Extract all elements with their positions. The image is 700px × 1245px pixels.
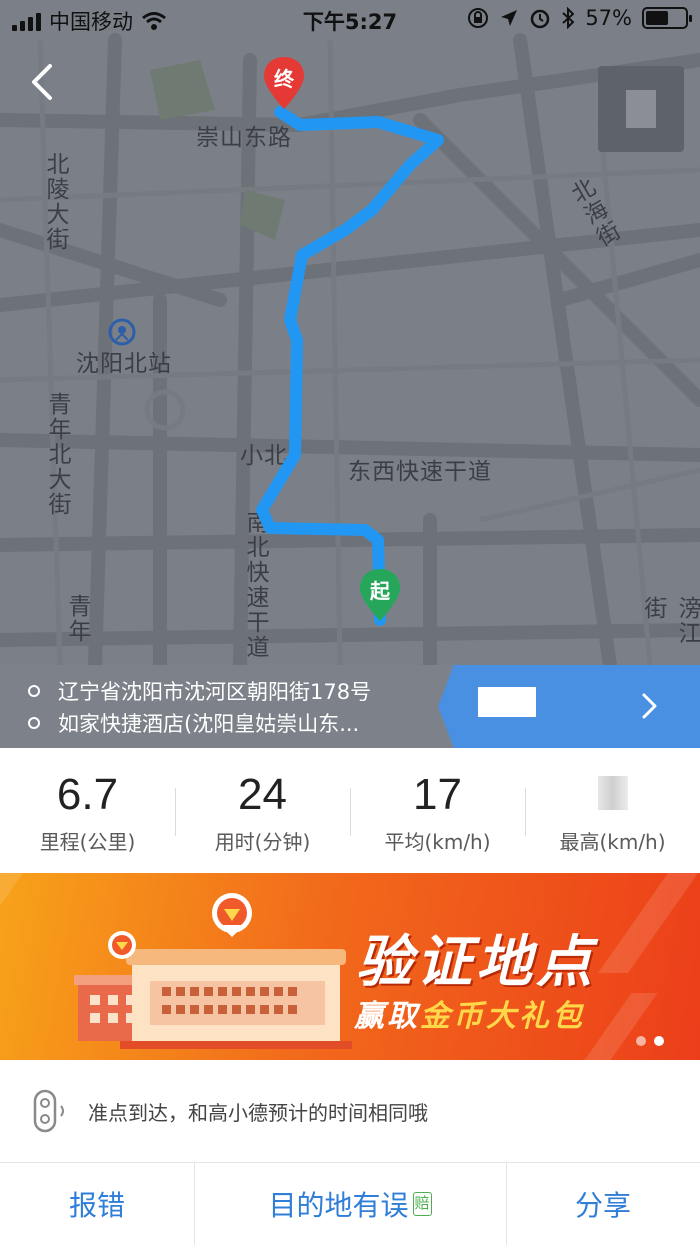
status-bar: 中国移动 下午5:27 57% [0,0,700,40]
pager-dot[interactable] [636,1036,646,1046]
chevron-right-icon [642,693,657,719]
stat-max-speed: 最高(km/h) [525,748,700,873]
stat-distance: 6.7 里程(公里) [0,748,175,873]
report-error-label: 报错 [68,1189,125,1222]
building-illustration [74,893,352,1049]
battery-percent: 57% [585,6,632,30]
share-label: 分享 [574,1189,631,1222]
blurred-value [597,776,628,810]
route-map[interactable]: 崇山东路 北陵大街 北海街 沈阳北站 青年北大街 小北 东西快速干道 南北快速干… [0,0,700,665]
stat-duration: 24 用时(分钟) [175,748,350,873]
start-marker[interactable]: 起 [356,567,404,623]
banner-subtitle-highlight: 金币大礼包 [420,999,585,1034]
speaker-icon [33,1089,64,1133]
stat-max-label: 最高(km/h) [559,830,666,854]
origin-dot-icon [28,685,40,697]
stat-distance-label: 里程(公里) [39,830,136,854]
banner-pager[interactable] [636,1036,664,1046]
origin-address: 辽宁省沈阳市沈河区朝阳街178号 [58,680,372,704]
route-line [256,106,444,626]
end-marker-label: 终 [274,67,294,91]
back-button[interactable] [22,60,66,104]
compensation-badge: 赔 [412,1192,432,1216]
bottom-action-bar: 报错 目的地有误 赔 分享 [0,1163,700,1245]
chevron-left-icon [32,64,52,100]
stat-average-value: 17 [413,770,462,819]
bluetooth-icon [562,7,575,29]
destination-address-row: 如家快捷酒店(沈阳皇姑崇山东... [28,707,371,739]
stat-average-speed: 17 平均(km/h) [350,748,525,873]
destination-error-button[interactable]: 目的地有误 赔 [194,1163,506,1245]
promo-banner[interactable]: 验证地点 赢取金币大礼包 [0,873,700,1060]
destination-address: 如家快捷酒店(沈阳皇姑崇山东... [58,712,360,736]
stat-duration-label: 用时(分钟) [214,830,311,854]
rotation-lock-icon [468,8,489,28]
address-detail-button[interactable] [438,665,700,748]
origin-address-row: 辽宁省沈阳市沈河区朝阳街178号 [28,675,371,707]
voice-tip[interactable]: 准点到达，和高小德预计的时间相同哦 [0,1060,700,1163]
banner-title: 验证地点 [356,930,596,995]
pager-dot-active[interactable] [654,1036,664,1046]
end-marker[interactable]: 终 [260,55,308,111]
battery-icon [642,7,692,29]
banner-subtitle: 赢取金币大礼包 [354,991,585,1035]
destination-error-label: 目的地有误 [268,1189,409,1222]
address-strip[interactable]: 辽宁省沈阳市沈河区朝阳街178号 如家快捷酒店(沈阳皇姑崇山东... [0,665,700,748]
alarm-icon [531,9,550,29]
start-marker-label: 起 [370,579,390,603]
location-arrow-icon [501,10,518,26]
stat-max-value [525,770,700,820]
stat-average-label: 平均(km/h) [384,830,491,854]
banner-subtitle-prefix: 赢取 [354,999,420,1034]
voice-tip-text: 准点到达，和高小德预计的时间相同哦 [88,1100,428,1125]
destination-dot-icon [28,717,40,729]
share-button[interactable]: 分享 [506,1163,700,1245]
redacted-block [478,687,536,717]
stat-duration-value: 24 [238,770,287,819]
corner-thumbnail[interactable] [598,66,684,152]
report-error-button[interactable]: 报错 [0,1163,194,1245]
stat-distance-value: 6.7 [56,770,119,819]
trip-stats: 6.7 里程(公里) 24 用时(分钟) 17 平均(km/h) 最高(km/h… [0,748,700,873]
